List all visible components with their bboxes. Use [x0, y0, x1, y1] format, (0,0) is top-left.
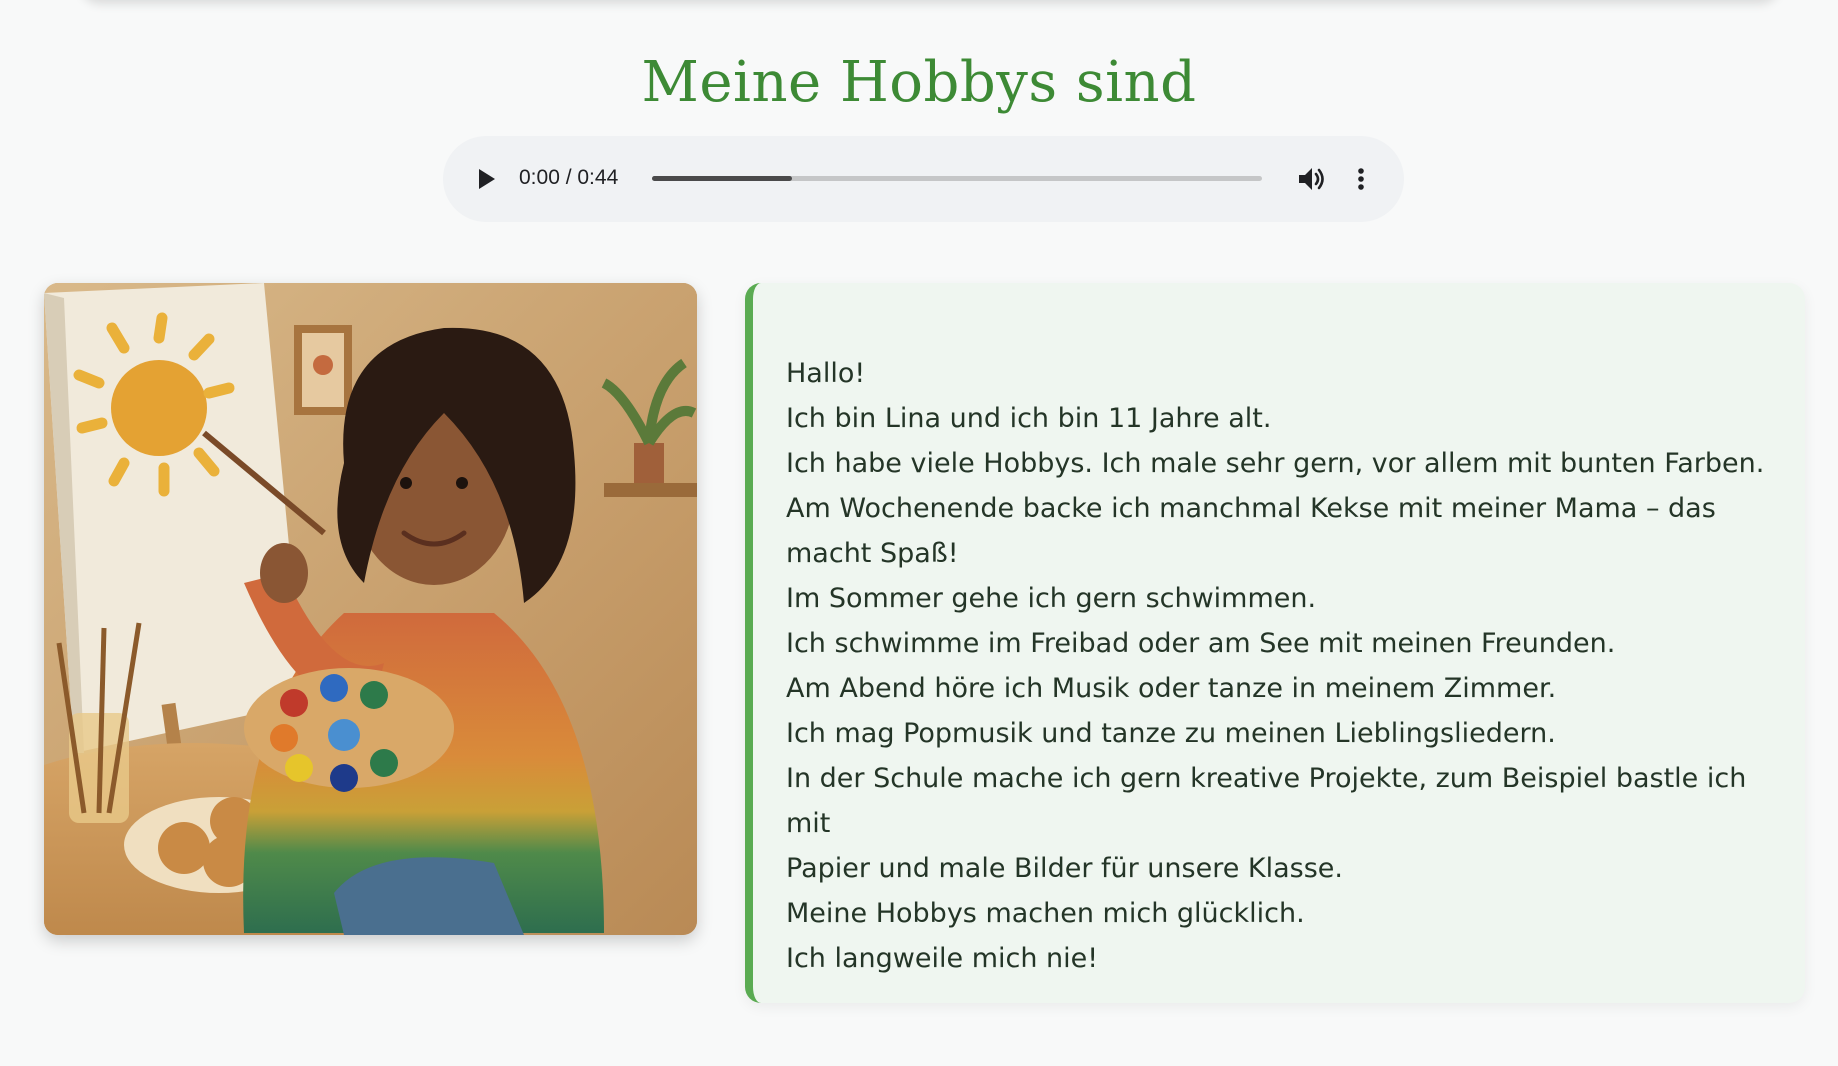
play-button[interactable] — [475, 167, 499, 191]
story-line: In der Schule mache ich gern kreative Pr… — [786, 763, 1747, 839]
story-text-card: Hallo! Ich bin Lina und ich bin 11 Jahre … — [745, 283, 1805, 1003]
volume-button[interactable] — [1296, 164, 1328, 194]
story-line: Am Wochenende backe ich manchmal Kekse m… — [786, 493, 1716, 524]
story-line: Hallo! — [786, 358, 866, 389]
story-line: Meine Hobbys machen mich glücklich. — [786, 898, 1305, 929]
hobby-illustration — [44, 283, 697, 935]
audio-progress-fill — [652, 176, 793, 181]
story-line: Ich mag Popmusik und tanze zu meinen Lie… — [786, 718, 1556, 749]
audio-progress-slider[interactable] — [652, 176, 1262, 181]
story-line: Papier und male Bilder für unsere Klasse… — [786, 853, 1343, 884]
play-icon — [479, 169, 495, 189]
story-line: Ich langweile mich nie! — [786, 943, 1099, 974]
girl-painting-illustration — [44, 283, 697, 935]
story-line: Ich schwimme im Freibad oder am See mit … — [786, 628, 1616, 659]
time-display: 0:00 / 0:44 — [519, 166, 619, 189]
story-line: macht Spaß! — [786, 538, 959, 569]
story-text: Hallo! Ich bin Lina und ich bin 11 Jahre … — [786, 351, 1777, 981]
volume-icon — [1299, 168, 1324, 190]
story-line: Am Abend höre ich Musik oder tanze in me… — [786, 673, 1557, 704]
story-line: Im Sommer gehe ich gern schwimmen. — [786, 583, 1317, 614]
audio-player[interactable]: 0:00 / 0:44 — [443, 136, 1404, 222]
page-title: Meine Hobbys sind — [641, 50, 1197, 115]
story-line: Ich bin Lina und ich bin 11 Jahre alt. — [786, 403, 1272, 434]
more-options-icon — [1358, 168, 1364, 190]
more-options-button[interactable] — [1351, 164, 1371, 194]
story-line: Ich habe viele Hobbys. Ich male sehr ger… — [786, 448, 1765, 479]
